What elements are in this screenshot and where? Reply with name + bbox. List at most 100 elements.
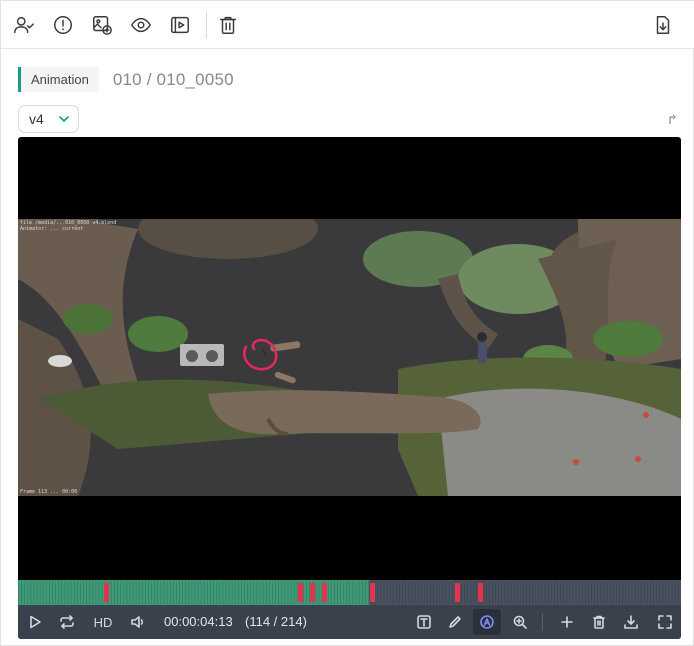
frame-tick (151, 581, 153, 604)
annotation-marker[interactable] (370, 583, 375, 602)
frame-counter: (114 / 214) (245, 614, 307, 629)
task-type-label: Animation (31, 72, 89, 87)
frame-tick (547, 581, 549, 604)
frame-tick (637, 581, 639, 604)
play-button[interactable] (26, 613, 44, 631)
frame-tick (541, 581, 543, 604)
alert-button[interactable] (48, 10, 78, 40)
version-select[interactable]: v4 (18, 105, 79, 133)
frame-tick (476, 581, 478, 604)
frame-tick (448, 581, 450, 604)
play-icon (30, 615, 41, 629)
frame-tick (516, 581, 518, 604)
download-frame-button[interactable] (622, 613, 640, 631)
frame-tick (39, 581, 41, 604)
frame-tick (42, 581, 44, 604)
frame-tick (526, 581, 527, 604)
frame-tick (237, 581, 239, 604)
frame-tick (377, 581, 379, 604)
frame-tick (622, 581, 623, 604)
timeline-bar[interactable] (18, 580, 681, 605)
frame-tick (148, 581, 149, 604)
frame-tick (368, 581, 369, 604)
annotation-marker[interactable] (455, 583, 460, 602)
frame-tick (290, 581, 292, 604)
volume-icon (131, 616, 144, 628)
frame-tick (420, 581, 422, 604)
frame-tick (402, 581, 403, 604)
annotation-marker[interactable] (104, 583, 109, 602)
frame-tick (309, 581, 311, 604)
frame-tick (188, 581, 190, 604)
expand-icon[interactable] (667, 113, 679, 125)
delete-annotation-button[interactable] (590, 613, 608, 631)
download-icon (624, 615, 638, 629)
frame-tick (318, 581, 320, 604)
annotation-marker[interactable] (310, 583, 315, 602)
frame-tick (665, 581, 667, 604)
play-frame-button[interactable] (165, 10, 195, 40)
frame-tick (67, 581, 69, 604)
frame-tick (120, 581, 122, 604)
video-frame[interactable]: file /media/...010_0050 v4.blend Animato… (18, 219, 681, 496)
zoom-in-icon (513, 615, 527, 629)
frame-tick (355, 581, 357, 604)
add-frame-button[interactable] (558, 613, 576, 631)
frame-tick (544, 581, 546, 604)
frame-tick (392, 581, 394, 604)
frame-tick (433, 581, 434, 604)
frame-tick (423, 581, 425, 604)
draw-button[interactable] (446, 613, 464, 631)
assign-user-button[interactable] (9, 10, 39, 40)
zoom-button[interactable] (511, 613, 529, 631)
annotation-marker[interactable] (322, 583, 327, 602)
forest-scene-image (18, 219, 681, 496)
frame-tick (467, 581, 469, 604)
frame-tick (358, 581, 360, 604)
frame-tick (86, 581, 87, 604)
frame-tick (414, 581, 416, 604)
frame-tick (36, 581, 38, 604)
trash-icon (219, 16, 237, 34)
annotation-marker[interactable] (298, 583, 303, 602)
frame-tick (513, 581, 515, 604)
frame-tick (262, 581, 264, 604)
frame-tick (451, 581, 453, 604)
timeline-played (18, 580, 369, 605)
frame-tick (272, 581, 273, 604)
frame-tick (18, 581, 19, 604)
frame-tick (677, 581, 679, 604)
frame-tick (653, 581, 654, 604)
delete-button[interactable] (213, 10, 243, 40)
timeline-track (18, 580, 681, 605)
annotation-marker[interactable] (478, 583, 483, 602)
frame-tick (30, 581, 32, 604)
frame-tick (259, 581, 261, 604)
frame-tick (553, 581, 555, 604)
task-type-badge: Animation (18, 67, 99, 92)
frame-tick (352, 581, 354, 604)
frame-tick (95, 581, 97, 604)
frame-tick (603, 581, 605, 604)
frame-tick (643, 581, 645, 604)
download-button[interactable] (648, 10, 678, 40)
quality-toggle[interactable]: HD (92, 613, 114, 631)
text-annotation-button[interactable] (415, 613, 433, 631)
annotation-mode-button[interactable] (473, 609, 501, 635)
frame-tick (550, 581, 552, 604)
frame-tick (293, 581, 295, 604)
frame-tick (581, 581, 583, 604)
add-image-button[interactable] (87, 10, 117, 40)
add-image-icon (93, 16, 112, 35)
frame-tick (349, 581, 351, 604)
frame-tick (495, 581, 496, 604)
frame-tick (256, 581, 258, 604)
frame-tick (619, 581, 620, 604)
frame-tick (200, 581, 202, 604)
loop-button[interactable] (58, 613, 76, 631)
volume-button[interactable] (129, 613, 147, 631)
fullscreen-button[interactable] (656, 613, 674, 631)
frame-tick (591, 581, 592, 604)
view-button[interactable] (126, 10, 156, 40)
frame-tick (631, 581, 633, 604)
